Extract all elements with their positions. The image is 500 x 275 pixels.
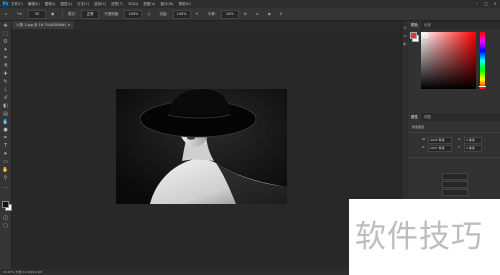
mode-select[interactable]: 正常 xyxy=(81,9,100,19)
brush-size-field[interactable]: 30 xyxy=(28,9,46,19)
watermark-box: 软件技巧 xyxy=(349,199,500,275)
width-field[interactable]: 4000 像素 xyxy=(428,137,452,144)
properties-panel-tabs: 属性 调整 xyxy=(408,113,500,121)
healing-icon[interactable]: ✚ xyxy=(2,71,9,77)
menu-3d[interactable]: 3D(D) xyxy=(128,2,138,6)
symmetry-icon[interactable]: ⚲ xyxy=(279,11,287,18)
zoom-icon[interactable]: ⚲ xyxy=(2,175,9,181)
lasso-icon[interactable]: ʘ xyxy=(2,39,9,45)
menu-layer[interactable]: 图层(L) xyxy=(60,2,72,7)
smooth-label: 平滑: xyxy=(207,11,216,16)
quick-mask-icon[interactable]: ◫ xyxy=(2,215,9,221)
x-field[interactable]: 0 像素 xyxy=(464,137,482,144)
dodge-icon[interactable]: ● xyxy=(2,127,9,133)
close-icon[interactable]: × xyxy=(492,1,498,6)
document-image[interactable] xyxy=(116,89,287,204)
pressure-size-icon[interactable]: ◉ xyxy=(267,11,275,18)
angle-icon[interactable]: ∠ xyxy=(255,11,263,18)
x-label: X: xyxy=(458,137,462,141)
pen-icon[interactable]: ✒ xyxy=(2,135,9,141)
panel-foreground-swatch[interactable] xyxy=(410,32,417,39)
menu-select[interactable]: 选择(S) xyxy=(94,2,106,7)
layer-field[interactable] xyxy=(442,181,468,188)
app-logo: Ps xyxy=(2,1,9,7)
foreground-color-swatch[interactable] xyxy=(2,201,9,208)
menu-type[interactable]: 文字(Y) xyxy=(77,2,89,7)
picker-cursor[interactable] xyxy=(423,33,428,38)
quick-select-icon[interactable]: ✦ xyxy=(2,47,9,53)
crop-icon[interactable]: ⌗ xyxy=(2,55,9,61)
zoom-status: 16.67% 文档:24.9M/24.9M xyxy=(3,270,42,274)
y-label: Y: xyxy=(458,145,461,149)
eraser-icon[interactable]: ◧ xyxy=(2,103,9,109)
menu-file[interactable]: 文件(F) xyxy=(11,2,23,7)
stamp-icon[interactable]: ⊥ xyxy=(2,87,9,93)
color-panel-tabs: 颜色 色板 xyxy=(408,21,500,29)
tab-properties[interactable]: 属性 xyxy=(408,113,421,121)
tab-adjustments[interactable]: 调整 xyxy=(421,115,434,120)
opacity-label: 不透明度: xyxy=(104,11,120,16)
y-field[interactable]: 0 像素 xyxy=(464,145,482,152)
gear-icon[interactable]: ⚙ xyxy=(243,11,251,18)
mode-label: 模式: xyxy=(68,11,77,16)
move-icon[interactable]: ✥ xyxy=(2,23,9,29)
menu-window[interactable]: 窗口(W) xyxy=(160,2,173,7)
more-tools-icon[interactable]: ⋯ xyxy=(2,185,9,191)
height-field[interactable]: 2667 像素 xyxy=(428,145,452,152)
window-controls: – □ × xyxy=(474,1,498,6)
menu-bar: Ps 文件(F) 编辑(E) 图像(I) 图层(L) 文字(Y) 选择(S) 滤… xyxy=(0,0,500,8)
flow-field[interactable]: 100% xyxy=(172,9,191,19)
minimize-icon[interactable]: – xyxy=(474,1,480,6)
tab-color[interactable]: 颜色 xyxy=(408,21,421,29)
brush-icon[interactable]: ✎ xyxy=(2,79,9,85)
type-icon[interactable]: T xyxy=(2,143,9,149)
divider xyxy=(62,10,63,18)
maximize-icon[interactable]: □ xyxy=(483,1,489,6)
menu-filter[interactable]: 滤镜(T) xyxy=(111,2,123,7)
gradient-icon[interactable]: ▤ xyxy=(2,111,9,117)
layer-field[interactable] xyxy=(442,173,468,180)
hue-slider[interactable] xyxy=(479,32,486,89)
airbrush-icon[interactable]: ✈ xyxy=(195,11,203,18)
path-select-icon[interactable]: ➤ xyxy=(2,151,9,157)
marquee-icon[interactable]: ⬚ xyxy=(2,31,9,37)
pressure-opacity-icon[interactable]: ◎ xyxy=(146,11,154,18)
options-bar: ⌂ ✎▾ 30 ▣ 模式: 正常 不透明度: 100% ◎ 流量: 100% ✈… xyxy=(0,8,500,21)
shape-icon[interactable]: ▭ xyxy=(2,159,9,165)
eyedropper-icon[interactable]: ⚗ xyxy=(2,63,9,69)
divider xyxy=(408,132,500,133)
portrait-photo xyxy=(116,89,287,204)
layer-type-label: 像素图层 xyxy=(412,125,425,129)
tools-panel: ✥ ⬚ ʘ ✦ ⌗ ⚗ ✚ ✎ ⊥ ↺ ◧ ▤ 💧 ● ✒ T ➤ ▭ ✋ ⚲ … xyxy=(0,21,12,269)
menu-help[interactable]: 帮助(H) xyxy=(179,2,191,7)
blur-icon[interactable]: 💧 xyxy=(2,119,9,125)
color-picker-field[interactable] xyxy=(421,32,476,89)
canvas-area[interactable] xyxy=(12,29,400,269)
divider xyxy=(408,157,500,158)
home-icon[interactable]: ⌂ xyxy=(4,11,12,18)
smooth-field[interactable]: 10% xyxy=(220,9,239,19)
flow-label: 流量: xyxy=(159,11,168,16)
color-panel xyxy=(408,29,500,113)
hand-icon[interactable]: ✋ xyxy=(2,167,9,173)
menu-edit[interactable]: 编辑(E) xyxy=(28,2,40,7)
brush-preset-icon[interactable]: ✎▾ xyxy=(16,11,24,18)
hue-marker[interactable] xyxy=(479,86,486,87)
screen-mode-icon[interactable]: ▢ xyxy=(2,223,9,229)
document-tab-bar: 人物 1.jpg @ 16.7%(RGB/8#) × xyxy=(12,21,400,29)
watermark-text: 软件技巧 xyxy=(355,219,483,255)
document-tab[interactable]: 人物 1.jpg @ 16.7%(RGB/8#) × xyxy=(12,21,75,29)
opacity-field[interactable]: 100% xyxy=(124,9,143,19)
brush-panel-icon[interactable]: ▣ xyxy=(50,11,58,18)
menu-image[interactable]: 图像(I) xyxy=(45,2,56,7)
layer-field[interactable] xyxy=(442,189,468,196)
menu-view[interactable]: 视图(V) xyxy=(143,2,155,7)
h-label: H: xyxy=(422,145,426,149)
tab-swatches[interactable]: 色板 xyxy=(421,23,434,28)
history-brush-icon[interactable]: ↺ xyxy=(2,95,9,101)
w-label: W: xyxy=(422,137,426,141)
